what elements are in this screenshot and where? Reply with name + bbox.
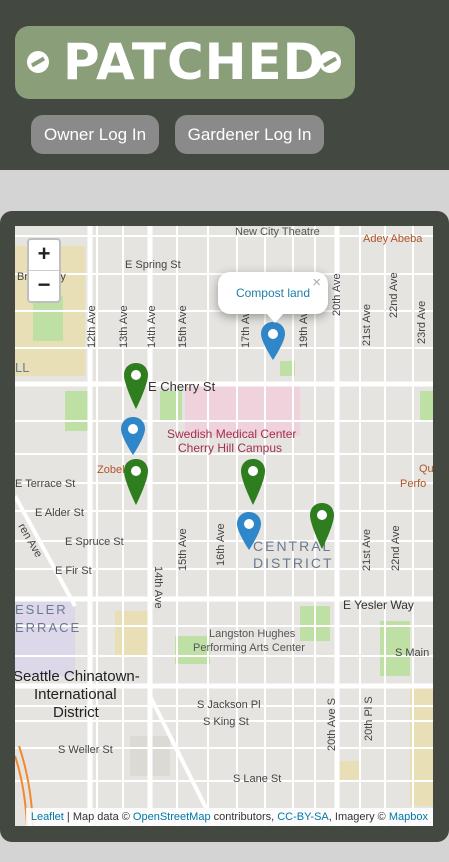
label-yesler-2: ERRACE bbox=[15, 620, 81, 635]
label-langston-1: Langston Hughes bbox=[209, 628, 296, 640]
label-new-city-theatre: New City Theatre bbox=[235, 226, 320, 238]
label-e-alder-st: E Alder St bbox=[35, 507, 84, 519]
label-e-fir-st: E Fir St bbox=[55, 565, 92, 577]
attribution-osm-link[interactable]: OpenStreetMap bbox=[133, 811, 211, 823]
label-22nd-ave: 22nd Ave bbox=[388, 272, 400, 318]
label-yesler-1: ESLER bbox=[15, 602, 68, 617]
map[interactable]: New City Theatre Adey Abeba Broadway E S… bbox=[15, 226, 433, 826]
zoom-out-button[interactable]: − bbox=[29, 270, 59, 301]
label-22nd-ave-b: 22nd Ave bbox=[390, 525, 402, 571]
label-16th-ave: 16th Ave bbox=[215, 523, 227, 566]
logo-wordmark: PATCHED bbox=[63, 33, 326, 91]
label-21st-ave: 21st Ave bbox=[361, 304, 373, 346]
label-20th-ave-s: 20th Ave S bbox=[326, 698, 338, 751]
label-s-jackson-pl: S Jackson Pl bbox=[197, 699, 261, 711]
label-s-lane-st: S Lane St bbox=[233, 773, 281, 785]
attribution-mapbox-link[interactable]: Mapbox bbox=[389, 811, 428, 823]
label-12th-ave: 12th Ave bbox=[86, 305, 98, 348]
label-swedish-1: Swedish Medical Center bbox=[167, 427, 296, 441]
label-district: DISTRICT bbox=[253, 555, 334, 571]
label-14th-ave: 14th Ave bbox=[146, 305, 158, 348]
label-e-cherry-st: E Cherry St bbox=[148, 379, 216, 394]
zoom-control: + − bbox=[27, 238, 61, 303]
label-swedish-2: Cherry Hill Campus bbox=[178, 441, 282, 455]
header: PATCHED Owner Log In Gardener Log In bbox=[0, 0, 449, 170]
label-21st-ave-b: 21st Ave bbox=[361, 529, 373, 571]
label-13th-ave: 13th Ave bbox=[118, 305, 130, 348]
map-attribution: Leaflet | Map data © OpenStreetMap contr… bbox=[25, 808, 433, 826]
attribution-text: | Map data © bbox=[63, 811, 133, 823]
label-chinatown-1: Seattle Chinatown- bbox=[15, 668, 140, 685]
label-15th-ave: 15th Ave bbox=[177, 305, 189, 348]
label-s-weller-st: S Weller St bbox=[58, 744, 113, 756]
label-s-king-st: S King St bbox=[203, 716, 249, 728]
label-ll: LL bbox=[15, 360, 29, 375]
label-e-spruce-st: E Spruce St bbox=[65, 536, 124, 548]
map-popup: × Compost land bbox=[218, 272, 328, 323]
label-e-spring-st: E Spring St bbox=[125, 259, 181, 271]
label-e-yesler-way: E Yesler Way bbox=[343, 598, 414, 612]
zoom-in-button[interactable]: + bbox=[29, 240, 59, 270]
label-ren-ave: ren Ave bbox=[15, 522, 44, 560]
label-chinatown-3: District bbox=[53, 704, 100, 721]
attribution-text: contributors, bbox=[210, 811, 278, 823]
label-qu: Qu bbox=[419, 463, 433, 475]
label-15th-ave-b: 15th Ave bbox=[177, 528, 189, 571]
label-20th-pl-s: 20th Pl S bbox=[363, 696, 375, 741]
label-perfo: Perfo bbox=[400, 478, 426, 490]
label-14th-ave-b: 14th Ave bbox=[152, 566, 164, 609]
gardener-login-button[interactable]: Gardener Log In bbox=[175, 115, 324, 154]
label-e-terrace-st: E Terrace St bbox=[15, 478, 75, 490]
map-labels: New City Theatre Adey Abeba Broadway E S… bbox=[15, 226, 433, 785]
popup-text[interactable]: Compost land bbox=[218, 286, 328, 300]
attribution-text: , Imagery © bbox=[328, 811, 389, 823]
label-chinatown-2: International bbox=[34, 686, 117, 703]
label-20th-ave: 20th Ave bbox=[331, 273, 343, 316]
patched-logo[interactable]: PATCHED bbox=[15, 26, 355, 99]
label-zobel: Zobel bbox=[97, 464, 125, 476]
label-langston-2: Performing Arts Center bbox=[193, 642, 305, 654]
owner-login-button[interactable]: Owner Log In bbox=[31, 115, 159, 154]
attribution-leaflet-link[interactable]: Leaflet bbox=[31, 811, 64, 823]
logo-right-dot-icon bbox=[319, 51, 341, 73]
popup-tip bbox=[266, 313, 284, 323]
label-s-main: S Main bbox=[395, 647, 429, 659]
label-adey-abeba: Adey Abeba bbox=[363, 233, 423, 245]
attribution-license-link[interactable]: CC-BY-SA bbox=[277, 811, 329, 823]
logo-left-dot-icon bbox=[27, 51, 49, 73]
label-23rd-ave: 23rd Ave bbox=[416, 301, 428, 344]
